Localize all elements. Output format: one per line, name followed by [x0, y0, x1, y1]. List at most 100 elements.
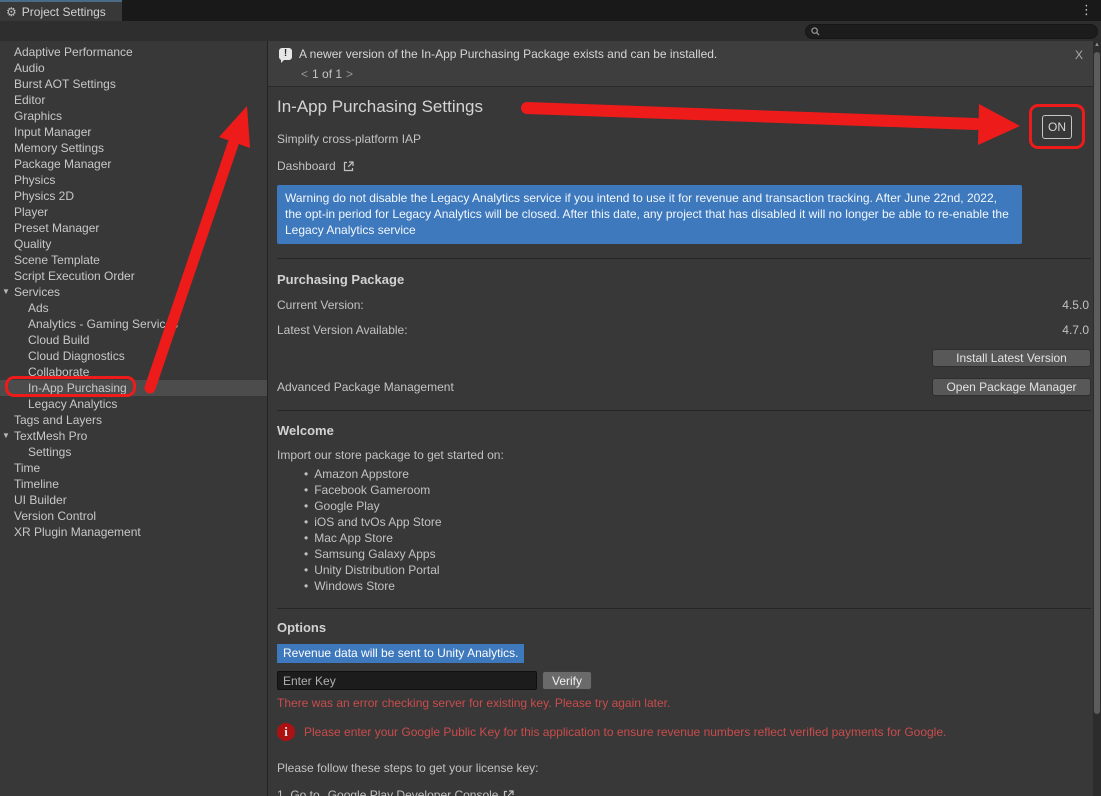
sidebar-item-label: Collaborate: [28, 365, 89, 379]
advanced-package-management-label: Advanced Package Management: [277, 380, 454, 394]
current-version-label: Current Version:: [277, 298, 364, 312]
sidebar-item-editor[interactable]: Editor: [0, 92, 267, 108]
store-list-item-unity-distribution-portal: Unity Distribution Portal: [304, 562, 1091, 578]
iap-on-toggle[interactable]: ON: [1042, 115, 1072, 139]
notification-message: A newer version of the In-App Purchasing…: [299, 47, 717, 61]
search-input[interactable]: [824, 25, 1079, 37]
sidebar-item-label: Memory Settings: [14, 141, 104, 155]
dashboard-link[interactable]: Dashboard: [277, 159, 1091, 173]
vertical-scrollbar[interactable]: ▲: [1093, 41, 1101, 796]
store-list-item-mac-app-store: Mac App Store: [304, 530, 1091, 546]
sidebar-item-services[interactable]: ▼ Services: [0, 284, 267, 300]
store-list: Amazon AppstoreFacebook GameroomGoogle P…: [304, 466, 1091, 594]
foldout-triangle-icon[interactable]: ▼: [2, 284, 10, 300]
sidebar-item-label: Script Execution Order: [14, 269, 135, 283]
sidebar-item-adaptive-performance[interactable]: Adaptive Performance: [0, 44, 267, 60]
sidebar-item-label: Timeline: [14, 477, 59, 491]
sidebar-item-graphics[interactable]: Graphics: [0, 108, 267, 124]
section-divider: [277, 608, 1091, 609]
install-latest-version-button[interactable]: Install Latest Version: [932, 349, 1091, 367]
search-box[interactable]: [805, 24, 1098, 39]
sidebar-item-ads[interactable]: Ads: [0, 300, 267, 316]
sidebar-item-burst-aot-settings[interactable]: Burst AOT Settings: [0, 76, 267, 92]
sidebar-item-physics[interactable]: Physics: [0, 172, 267, 188]
sidebar-item-xr-plugin-management[interactable]: XR Plugin Management: [0, 524, 267, 540]
sidebar-item-scene-template[interactable]: Scene Template: [0, 252, 267, 268]
sidebar-item-preset-manager[interactable]: Preset Manager: [0, 220, 267, 236]
verify-button[interactable]: Verify: [542, 671, 592, 690]
scrollbar-thumb[interactable]: [1094, 52, 1100, 714]
notification-bar: ! A newer version of the In-App Purchasi…: [268, 41, 1101, 87]
sidebar-item-label: Audio: [14, 61, 45, 75]
sidebar-item-version-control[interactable]: Version Control: [0, 508, 267, 524]
options-heading: Options: [277, 620, 1091, 635]
error-info-icon: i: [277, 723, 295, 741]
sidebar-item-ui-builder[interactable]: UI Builder: [0, 492, 267, 508]
store-list-item-facebook-gameroom: Facebook Gameroom: [304, 482, 1091, 498]
tab-project-settings[interactable]: ⚙ Project Settings: [0, 0, 122, 21]
window-title: Project Settings: [22, 5, 106, 19]
page-subtitle: Simplify cross-platform IAP: [277, 132, 1091, 146]
revenue-note-badge: Revenue data will be sent to Unity Analy…: [277, 644, 524, 663]
purchasing-package-heading: Purchasing Package: [277, 272, 1091, 287]
sidebar-item-tags-and-layers[interactable]: Tags and Layers: [0, 412, 267, 428]
sidebar-item-player[interactable]: Player: [0, 204, 267, 220]
sidebar-item-time[interactable]: Time: [0, 460, 267, 476]
sidebar-item-label: Settings: [28, 445, 71, 459]
sidebar-item-textmesh-pro[interactable]: ▼TextMesh Pro: [0, 428, 267, 444]
pager-prev-icon[interactable]: <: [301, 67, 308, 81]
sidebar-item-memory-settings[interactable]: Memory Settings: [0, 140, 267, 156]
foldout-triangle-icon[interactable]: ▼: [2, 428, 10, 444]
sidebar-item-cloud-build[interactable]: Cloud Build: [0, 332, 267, 348]
welcome-heading: Welcome: [277, 423, 1091, 438]
sidebar-item-collaborate[interactable]: Collaborate: [0, 364, 267, 380]
sidebar-item-quality[interactable]: Quality: [0, 236, 267, 252]
sidebar-item-label: Version Control: [14, 509, 96, 523]
store-list-item-amazon-appstore: Amazon Appstore: [304, 466, 1091, 482]
sidebar-item-input-manager[interactable]: Input Manager: [0, 124, 267, 140]
google-play-console-link[interactable]: Google Play Developer Console: [328, 788, 499, 796]
legacy-analytics-warning: Warning do not disable the Legacy Analyt…: [277, 185, 1022, 244]
external-link-icon: [502, 789, 515, 796]
dashboard-link-label: Dashboard: [277, 159, 336, 173]
welcome-intro: Import our store package to get started …: [277, 448, 1091, 462]
sidebar-item-label: Services: [14, 285, 60, 299]
license-key-input[interactable]: [277, 671, 537, 690]
toolbar: [0, 21, 1101, 41]
sidebar-item-package-manager[interactable]: Package Manager: [0, 156, 267, 172]
store-list-item-google-play: Google Play: [304, 498, 1091, 514]
step1-prefix: 1. Go to: [277, 788, 320, 796]
sidebar-item-settings[interactable]: Settings: [0, 444, 267, 460]
sidebar-item-label: Preset Manager: [14, 221, 99, 235]
sidebar-item-label: Ads: [28, 301, 49, 315]
sidebar-item-in-app-purchasing[interactable]: In-App Purchasing: [0, 380, 267, 396]
sidebar-item-analytics-gaming-services[interactable]: Analytics - Gaming Services: [0, 316, 267, 332]
open-package-manager-button[interactable]: Open Package Manager: [932, 378, 1091, 396]
sidebar-item-cloud-diagnostics[interactable]: Cloud Diagnostics: [0, 348, 267, 364]
notification-pager: <1 of 1>: [301, 67, 1091, 81]
sidebar-item-label: UI Builder: [14, 493, 67, 507]
pager-next-icon[interactable]: >: [346, 67, 353, 81]
sidebar-item-label: Burst AOT Settings: [14, 77, 116, 91]
settings-sidebar: Adaptive PerformanceAudio Burst AOT Setti…: [0, 41, 267, 796]
sidebar-item-label: XR Plugin Management: [14, 525, 141, 539]
current-version-value: 4.5.0: [1062, 298, 1089, 312]
sidebar-item-script-execution-order[interactable]: Script Execution Order: [0, 268, 267, 284]
sidebar-item-legacy-analytics[interactable]: Legacy Analytics: [0, 396, 267, 412]
sidebar-item-timeline[interactable]: Timeline: [0, 476, 267, 492]
sidebar-item-label: Time: [14, 461, 40, 475]
sidebar-item-audio[interactable]: Audio: [0, 60, 267, 76]
gear-icon: ⚙: [6, 6, 17, 18]
sidebar-item-label: Quality: [14, 237, 51, 251]
sidebar-item-physics-2d[interactable]: Physics 2D: [0, 188, 267, 204]
notification-close-icon[interactable]: X: [1075, 48, 1083, 62]
sidebar-item-label: Tags and Layers: [14, 413, 102, 427]
sidebar-item-label: Cloud Build: [28, 333, 89, 347]
sidebar-item-label: In-App Purchasing: [28, 381, 127, 395]
latest-version-label: Latest Version Available:: [277, 323, 408, 337]
scroll-up-icon[interactable]: ▲: [1093, 42, 1101, 48]
sidebar-item-label: Analytics - Gaming Services: [28, 317, 178, 331]
kebab-menu-icon[interactable]: ⋮: [1080, 2, 1093, 18]
sidebar-item-label: Physics 2D: [14, 189, 74, 203]
main-panel: ! A newer version of the In-App Purchasi…: [267, 41, 1101, 796]
